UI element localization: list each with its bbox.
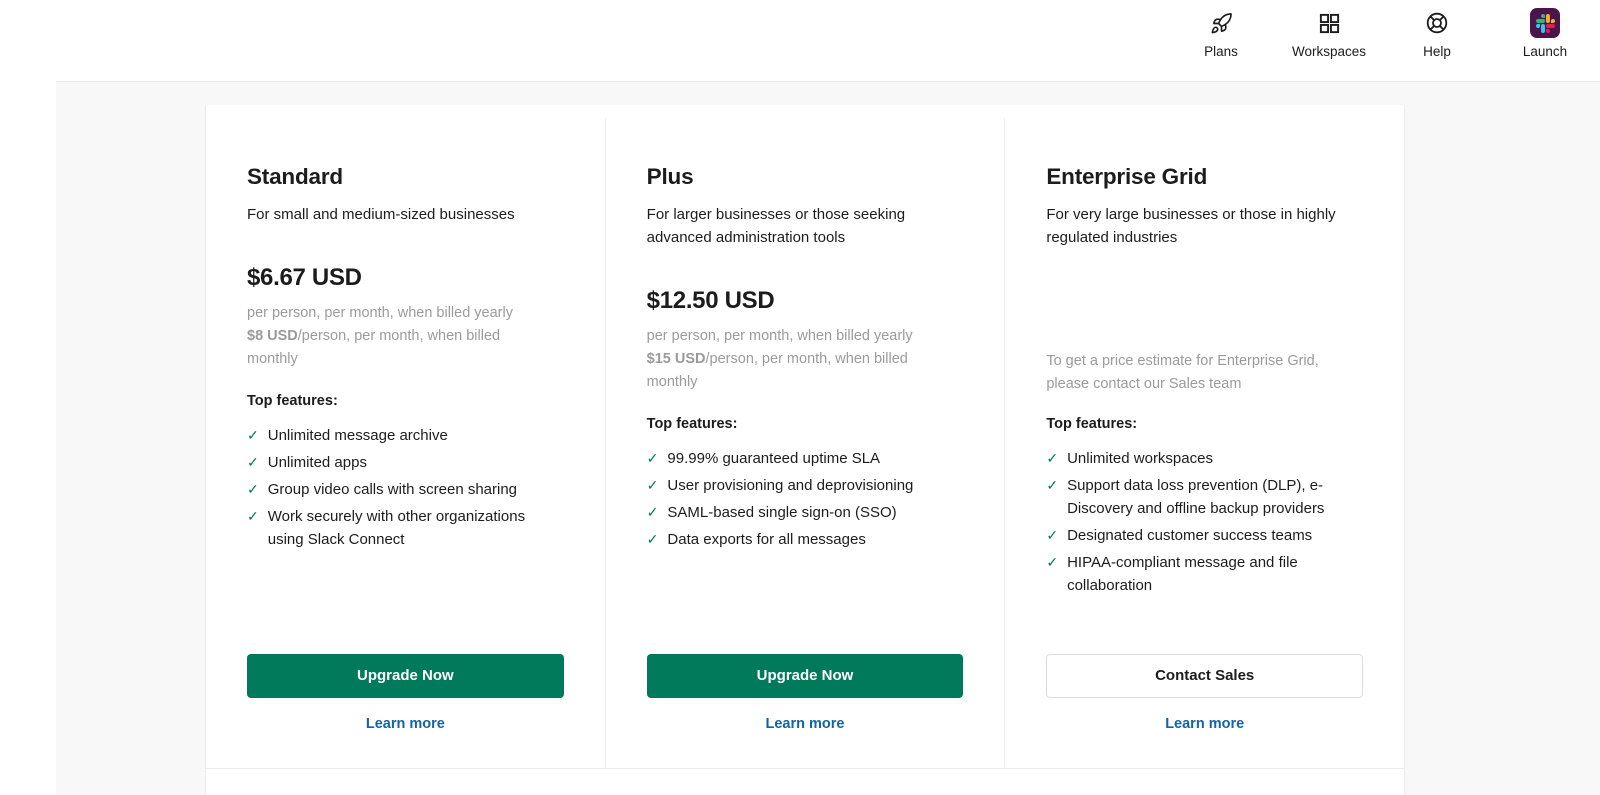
plan-card-standard: Standard For small and medium-sized busi…	[206, 118, 605, 768]
nav-label-help: Help	[1423, 44, 1451, 59]
plan-card-enterprise-grid: Enterprise Grid For very large businesse…	[1004, 118, 1404, 768]
features-title: Top features:	[646, 416, 738, 432]
learn-more-link[interactable]: Learn more	[647, 716, 964, 732]
feature-item: ✓ User provisioning and deprovisioning	[647, 474, 942, 497]
nav-item-launch[interactable]: Launch	[1508, 8, 1582, 60]
price-note-yearly: per person, per month, when billed yearl…	[247, 305, 513, 321]
plan-tagline: For very large businesses or those in hi…	[1046, 206, 1336, 246]
learn-more-link[interactable]: Learn more	[247, 716, 564, 732]
feature-label: Data exports for all messages	[667, 531, 866, 548]
price-note-yearly: per person, per month, when billed yearl…	[646, 328, 913, 344]
features-title: Top features:	[247, 393, 338, 409]
price-note-monthly-amount: $8 USD	[247, 328, 298, 344]
nav-item-workspaces[interactable]: Workspaces	[1292, 8, 1366, 60]
features-list: ✓ Unlimited message archive ✓ Unlimited ap…	[247, 424, 564, 555]
check-icon: ✓	[646, 477, 659, 493]
plan-actions: Upgrade Now Learn more	[247, 654, 564, 768]
feature-item: ✓ Unlimited workspaces	[1046, 447, 1341, 470]
feature-item: ✓ Work securely with other organizations …	[247, 505, 542, 551]
feature-item: ✓ SAML-based single sign-on (SSO)	[647, 501, 942, 524]
grid-icon	[1318, 8, 1341, 38]
plan-tagline: For larger businesses or those seeking a…	[646, 206, 906, 246]
feature-item: ✓ Data exports for all messages	[647, 528, 942, 551]
feature-label: Work securely with other organizations u…	[267, 508, 526, 548]
price-estimate-note: To get a price estimate for Enterprise G…	[1046, 353, 1319, 392]
plan-price-note: per person, per month, when billed yearl…	[647, 325, 947, 394]
check-icon: ✓	[646, 450, 659, 466]
nav-label-plans: Plans	[1204, 44, 1238, 59]
check-icon: ✓	[247, 427, 259, 443]
features-title: Top features:	[1046, 416, 1138, 432]
check-icon: ✓	[1046, 527, 1059, 543]
check-icon: ✓	[646, 531, 659, 547]
features-list: ✓ 99.99% guaranteed uptime SLA ✓ User prov…	[647, 447, 964, 555]
lifebuoy-icon	[1425, 8, 1449, 38]
rocket-icon	[1210, 8, 1233, 38]
plan-name: Enterprise Grid	[1046, 164, 1208, 189]
feature-label: SAML-based single sign-on (SSO)	[667, 504, 897, 521]
feature-item: ✓ Support data loss prevention (DLP), e-D…	[1046, 474, 1341, 520]
slack-app-icon	[1530, 8, 1560, 38]
feature-label: Unlimited workspaces	[1067, 450, 1213, 467]
feature-label: Group video calls with screen sharing	[267, 481, 518, 498]
header-nav: Plans Workspaces Help Launch	[1184, 8, 1582, 60]
plan-price-note: per person, per month, when billed yearl…	[247, 302, 547, 371]
nav-label-workspaces: Workspaces	[1291, 44, 1367, 59]
pricing-cards-container: Standard For small and medium-sized busi…	[205, 105, 1405, 769]
feature-label: Unlimited message archive	[267, 427, 448, 444]
price-block: $6.67 USD per person, per month, when bi…	[247, 263, 564, 383]
price-note-monthly-amount: $15 USD	[646, 351, 706, 367]
feature-item: ✓ 99.99% guaranteed uptime SLA	[647, 447, 942, 470]
plan-name: Standard	[247, 164, 343, 189]
check-icon: ✓	[247, 508, 259, 524]
feature-label: Support data loss prevention (DLP), e-Di…	[1067, 477, 1325, 517]
contact-sales-button[interactable]: Contact Sales	[1046, 654, 1364, 698]
feature-label: Designated customer success teams	[1067, 527, 1313, 544]
launch-badge	[1530, 8, 1560, 38]
check-icon: ✓	[1046, 450, 1059, 466]
upgrade-now-button[interactable]: Upgrade Now	[247, 654, 564, 698]
feature-item: ✓ Unlimited message archive	[247, 424, 542, 447]
check-icon: ✓	[247, 454, 259, 470]
feature-item: ✓ Group video calls with screen sharing	[247, 478, 542, 501]
page-body: Standard For small and medium-sized busi…	[56, 82, 1600, 795]
cards-bottom-strip	[205, 768, 1405, 795]
plan-price: $12.50 USD	[646, 287, 775, 314]
feature-label: User provisioning and deprovisioning	[667, 477, 914, 494]
check-icon: ✓	[1046, 554, 1059, 570]
features-list: ✓ Unlimited workspaces ✓ Support data loss…	[1046, 447, 1363, 601]
check-icon: ✓	[646, 504, 659, 520]
feature-label: Unlimited apps	[267, 454, 367, 471]
nav-item-help[interactable]: Help	[1400, 8, 1474, 60]
plan-card-plus: Plus For larger businesses or those seek…	[604, 118, 1005, 768]
price-block: $12.50 USD per person, per month, when b…	[647, 286, 964, 406]
feature-item: ✓ Designated customer success teams	[1046, 524, 1341, 547]
price-block: To get a price estimate for Enterprise G…	[1046, 286, 1363, 406]
feature-label: 99.99% guaranteed uptime SLA	[667, 450, 881, 467]
plan-actions: Upgrade Now Learn more	[646, 654, 964, 768]
check-icon: ✓	[1046, 477, 1059, 493]
plan-tagline: For small and medium-sized businesses	[247, 206, 515, 223]
upgrade-now-button[interactable]: Upgrade Now	[646, 654, 964, 698]
plan-price: $6.67 USD	[247, 264, 362, 291]
feature-label: HIPAA-compliant message and file collabo…	[1067, 554, 1298, 594]
nav-label-launch: Launch	[1522, 44, 1568, 59]
check-icon: ✓	[247, 481, 259, 497]
plan-name: Plus	[646, 164, 694, 189]
learn-more-link[interactable]: Learn more	[1046, 716, 1363, 732]
plan-actions: Contact Sales Learn more	[1046, 654, 1364, 768]
feature-item: ✓ Unlimited apps	[247, 451, 542, 474]
feature-item: ✓ HIPAA-compliant message and file collab…	[1046, 551, 1341, 597]
top-header-bar: Plans Workspaces Help Launch	[0, 0, 1600, 82]
nav-item-plans[interactable]: Plans	[1184, 8, 1258, 60]
